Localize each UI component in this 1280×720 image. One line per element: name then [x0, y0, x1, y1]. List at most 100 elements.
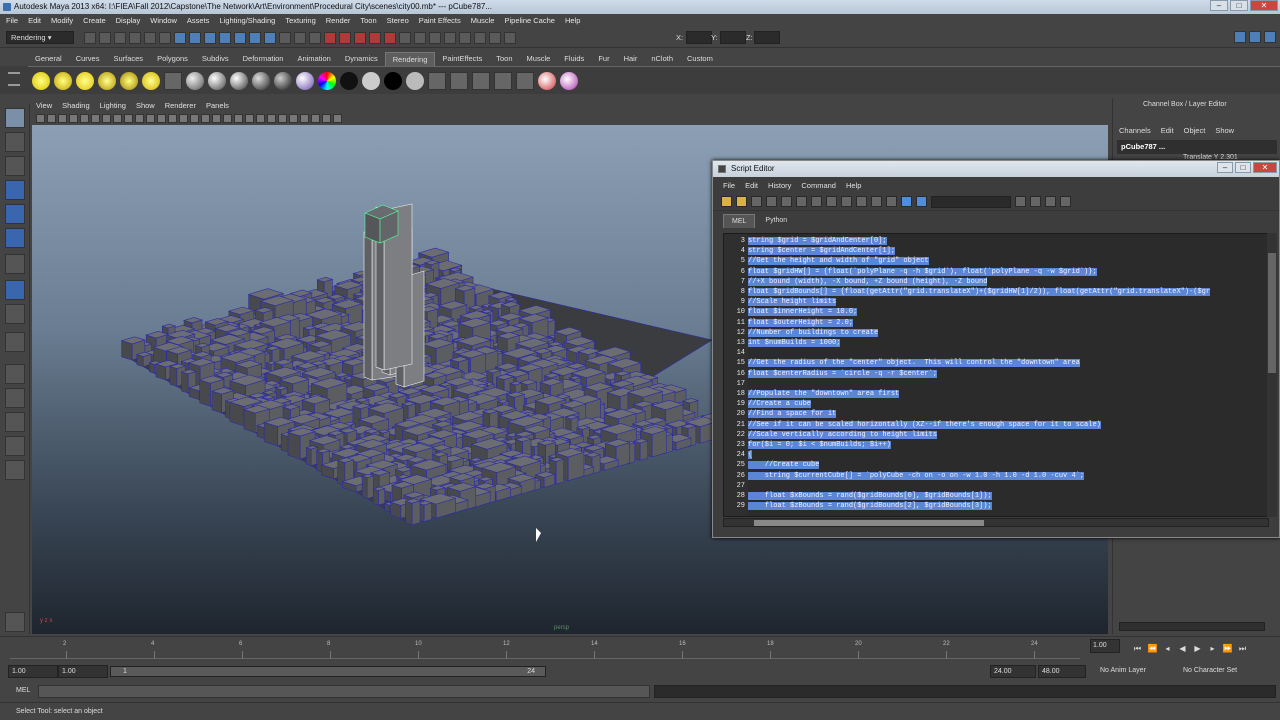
load-script-icon[interactable]	[721, 196, 732, 207]
script-editor-menu-edit[interactable]: Edit	[745, 179, 758, 193]
code-line[interactable]: 12//Number of buildings to create	[724, 328, 1264, 338]
code-line[interactable]: 8 float $gridBounds[] = {float(getAttr("g…	[724, 287, 1264, 297]
smooth-shade-icon[interactable]	[201, 114, 210, 123]
history-inputs-icon[interactable]	[399, 32, 411, 44]
grease-pencil-icon[interactable]	[102, 114, 111, 123]
shelf-tab-hair[interactable]: Hair	[617, 52, 645, 66]
code-line[interactable]: 21//See if it can be scaled horizontally…	[724, 420, 1264, 430]
se-close-button[interactable]: ✕	[1253, 162, 1277, 173]
select-camera-icon[interactable]	[36, 114, 45, 123]
shelf-tab-toon[interactable]: Toon	[489, 52, 519, 66]
bookmarks-icon[interactable]	[69, 114, 78, 123]
motion-blur-icon[interactable]	[267, 114, 276, 123]
code-line[interactable]: 14	[724, 348, 1264, 358]
render-view-shelf-icon[interactable]	[428, 71, 446, 90]
lasso-tool-icon[interactable]	[5, 132, 25, 152]
channel-box-menu-show[interactable]: Show	[1215, 126, 1234, 135]
script-hscroll-thumb[interactable]	[754, 520, 984, 526]
script-tab-mel[interactable]: MEL	[723, 214, 756, 228]
persp-outliner-layout-icon[interactable]	[5, 388, 25, 408]
menu-render[interactable]: Render	[326, 14, 351, 28]
point-light-icon[interactable]	[76, 71, 94, 90]
show-stack-trace-icon[interactable]	[871, 196, 882, 207]
lambert-material-icon[interactable]	[186, 71, 204, 90]
shelf-tab-muscle[interactable]: Muscle	[520, 52, 558, 66]
menu-set-dropdown[interactable]: Rendering ▾	[6, 31, 74, 44]
menu-texturing[interactable]: Texturing	[285, 14, 315, 28]
channel-box-scrollbar[interactable]	[1119, 622, 1265, 631]
image-plane-icon[interactable]	[80, 114, 89, 123]
shelf-tab-dynamics[interactable]: Dynamics	[338, 52, 385, 66]
manipulator-tool-icon[interactable]	[5, 254, 25, 274]
batch-render-icon[interactable]	[516, 71, 534, 90]
execute-all-icon[interactable]	[901, 196, 912, 207]
gate-mask-icon[interactable]	[146, 114, 155, 123]
menu-edit[interactable]: Edit	[28, 14, 41, 28]
safe-action-icon[interactable]	[168, 114, 177, 123]
four-view-layout-icon[interactable]	[5, 364, 25, 384]
play-backward-icon[interactable]: ◀	[1177, 643, 1188, 654]
xray-components-icon[interactable]	[333, 114, 342, 123]
ambient-light-icon[interactable]	[32, 71, 50, 90]
y-field[interactable]	[720, 31, 746, 44]
go-to-end-icon[interactable]: ⏭	[1237, 643, 1248, 654]
snap-curve-icon[interactable]	[339, 32, 351, 44]
code-line[interactable]: 6 float $gridHW[] = {float(`polyPlane -q …	[724, 267, 1264, 277]
attribute-editor-icon[interactable]	[1234, 31, 1246, 43]
menu-window[interactable]: Window	[150, 14, 177, 28]
hypershade-icon[interactable]	[472, 71, 490, 90]
menu-help[interactable]: Help	[565, 14, 580, 28]
history-outputs-icon[interactable]	[414, 32, 426, 44]
shelf-tab-curves[interactable]: Curves	[69, 52, 107, 66]
clear-all-icon[interactable]	[811, 196, 822, 207]
mental-ray-icon[interactable]	[538, 71, 556, 90]
source-script-icon[interactable]	[736, 196, 747, 207]
code-line[interactable]: 29 float $zBounds = rand($gridBounds[2],…	[724, 501, 1264, 511]
time-slider-track[interactable]: 2 4 6 8 10 12 14 16 18 20 22 24	[10, 641, 1080, 659]
shelf-tab-fur[interactable]: Fur	[591, 52, 616, 66]
command-language-label[interactable]: MEL	[16, 687, 30, 694]
scale-tool-icon[interactable]	[5, 228, 25, 248]
mask-joints-icon[interactable]	[189, 32, 201, 44]
2d-pan-zoom-icon[interactable]	[91, 114, 100, 123]
z-field[interactable]	[754, 31, 780, 44]
paint-select-tool-icon[interactable]	[5, 156, 25, 176]
render-settings-icon[interactable]	[489, 32, 501, 44]
script-editor-menu-help[interactable]: Help	[846, 179, 861, 193]
code-line[interactable]: 25 //Create cube	[724, 460, 1264, 470]
command-input[interactable]	[38, 685, 650, 698]
shelf-tab-animation[interactable]: Animation	[290, 52, 337, 66]
shelf-tab-ncloth[interactable]: nCloth	[644, 52, 680, 66]
command-list-icon[interactable]	[1060, 196, 1071, 207]
viewport-menu-view[interactable]: View	[36, 100, 52, 112]
code-line[interactable]: 16 float $centerRadius = `circle -q -r $c…	[724, 369, 1264, 379]
menu-toon[interactable]: Toon	[360, 14, 376, 28]
search-prev-icon[interactable]	[1030, 196, 1041, 207]
code-line[interactable]: 15//Get the radius of the "center" objec…	[724, 358, 1264, 368]
code-line[interactable]: 4 string $center = $gridAndCenter[1];	[724, 246, 1264, 256]
anti-aliasing-icon[interactable]	[278, 114, 287, 123]
shelf-tab-fluids[interactable]: Fluids	[557, 52, 591, 66]
selected-object-name[interactable]: pCube787 ...	[1117, 140, 1277, 154]
code-line[interactable]: 28 float $xBounds = rand($gridBounds[0],…	[724, 491, 1264, 501]
menu-muscle[interactable]: Muscle	[471, 14, 495, 28]
isolate-select-icon[interactable]	[300, 114, 309, 123]
lock-selection-icon[interactable]	[294, 32, 306, 44]
code-line[interactable]: 7//+X bound (width), -X bound, +Z bound …	[724, 277, 1264, 287]
menu-display[interactable]: Display	[116, 14, 141, 28]
directional-light-icon[interactable]	[54, 71, 72, 90]
single-perspective-layout-icon[interactable]	[5, 332, 25, 352]
maximize-button[interactable]: □	[1230, 0, 1248, 11]
open-scene-icon[interactable]	[99, 32, 111, 44]
area-light-icon[interactable]	[120, 71, 138, 90]
script-editor-titlebar[interactable]: Script Editor – □ ✕	[713, 161, 1279, 177]
playback-start-field[interactable]: 1.00	[58, 665, 108, 678]
channel-box-menu-channels[interactable]: Channels	[1119, 126, 1151, 135]
character-set-dropdown[interactable]: No Character Set	[1183, 667, 1237, 674]
clear-history-icon[interactable]	[781, 196, 792, 207]
select-object-icon[interactable]	[144, 32, 156, 44]
code-line[interactable]: 11 float $outerHeight = 2.0;	[724, 318, 1264, 328]
clear-input-icon[interactable]	[796, 196, 807, 207]
step-back-key-icon[interactable]: ⏪	[1147, 643, 1158, 654]
viewport-menu-show[interactable]: Show	[136, 100, 155, 112]
